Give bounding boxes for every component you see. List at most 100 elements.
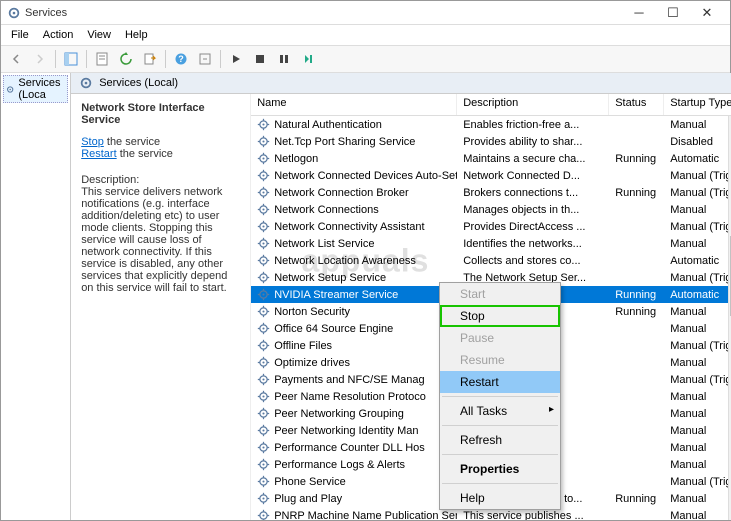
cell-startup-type: Automatic [664,255,731,267]
cell-name: Netlogon [251,152,457,165]
main-header-title: Services (Local) [99,77,178,89]
cell-name: Performance Logs & Alerts [251,458,457,471]
stop-link[interactable]: Stop [81,136,104,148]
body: Services (Loca Services (Local) Network … [1,73,730,520]
column-headers: Name Description Status Startup Type [251,94,731,116]
cell-name: Office 64 Source Engine [251,322,457,335]
cell-description: Network Connected D... [457,170,609,182]
selected-service-name: Network Store Interface Service [81,102,240,126]
cell-startup-type: Automatic [664,153,731,165]
ctx-all-tasks[interactable]: All Tasks [440,400,560,422]
toolbar-sep [86,50,87,68]
ctx-refresh[interactable]: Refresh [440,429,560,451]
toolbar: ? [1,45,730,73]
cell-startup-type: Manual [664,510,731,521]
minimize-button[interactable]: ─ [622,2,656,24]
toolbar-sep [165,50,166,68]
ctx-sep [442,425,558,426]
ctx-sep [442,483,558,484]
service-row[interactable]: Net.Tcp Port Sharing ServiceProvides abi… [251,133,731,150]
context-menu: Start Stop Pause Resume Restart All Task… [439,282,561,510]
ctx-help[interactable]: Help [440,487,560,509]
ctx-start: Start [440,283,560,305]
maximize-button[interactable]: ☐ [656,2,690,24]
restart-suffix: the service [117,148,173,160]
cell-name: Net.Tcp Port Sharing Service [251,135,457,148]
main-content: Network Store Interface Service Stop the… [71,94,731,520]
service-row[interactable]: NetlogonMaintains a secure cha...Running… [251,150,731,167]
show-hide-tree-button[interactable] [60,48,82,70]
cell-name: Network Location Awareness [251,254,457,267]
col-startup-type[interactable]: Startup Type [664,94,731,115]
properties-button[interactable] [91,48,113,70]
service-row[interactable]: Network ConnectionsManages objects in th… [251,201,731,218]
cell-startup-type: Manual [664,306,731,318]
nav-item-label: Services (Loca [18,77,65,101]
cell-name: Network Setup Service [251,271,457,284]
cell-description: Brokers connections t... [457,187,609,199]
restart-link[interactable]: Restart [81,148,116,160]
close-button[interactable]: ✕ [690,2,724,24]
cell-startup-type: Manual (Trig. [664,170,731,182]
col-name[interactable]: Name [251,94,457,115]
cell-status: Running [609,306,664,318]
cell-name: Network Connectivity Assistant [251,220,457,233]
window-title: Services [25,7,622,19]
cell-startup-type: Manual [664,119,731,131]
forward-button[interactable] [29,48,51,70]
filter-button[interactable] [194,48,216,70]
stop-service-button[interactable] [249,48,271,70]
ctx-sep [442,396,558,397]
export-button[interactable] [139,48,161,70]
cell-name: Natural Authentication [251,118,457,131]
cell-description: Manages objects in th... [457,204,609,216]
nav-item-services-local[interactable]: Services (Loca [3,75,68,103]
cell-startup-type: Manual [664,357,731,369]
menu-help[interactable]: Help [119,27,154,43]
service-row[interactable]: Network Connection BrokerBrokers connect… [251,184,731,201]
back-button[interactable] [5,48,27,70]
cell-startup-type: Disabled [664,136,731,148]
service-row[interactable]: Network List ServiceIdentifies the netwo… [251,235,731,252]
service-row[interactable]: Natural AuthenticationEnables friction-f… [251,116,731,133]
cell-description: Provides ability to shar... [457,136,609,148]
service-row[interactable]: Network Location AwarenessCollects and s… [251,252,731,269]
ctx-properties[interactable]: Properties [440,458,560,480]
help-button[interactable]: ? [170,48,192,70]
cell-name: Optimize drives [251,356,457,369]
cell-name: NVIDIA Streamer Service [251,288,457,301]
description-label: Description: [81,174,240,186]
cell-name: Performance Counter DLL Hos [251,441,457,454]
cell-name: Peer Networking Grouping [251,407,457,420]
cell-description: This service publishes ... [457,510,609,521]
cell-startup-type: Manual (Trig. [664,221,731,233]
service-row[interactable]: Network Connected Devices Auto-Set...Net… [251,167,731,184]
ctx-stop[interactable]: Stop [440,305,560,327]
start-service-button[interactable] [225,48,247,70]
cell-description: Enables friction-free a... [457,119,609,131]
menu-file[interactable]: File [5,27,35,43]
stop-suffix: the service [104,136,160,148]
restart-service-button[interactable] [297,48,319,70]
refresh-button[interactable] [115,48,137,70]
menu-action[interactable]: Action [37,27,80,43]
cell-name: Peer Name Resolution Protoco [251,390,457,403]
cell-status: Running [609,289,664,301]
cell-name: Network Connection Broker [251,186,457,199]
service-row[interactable]: Network Connectivity AssistantProvides D… [251,218,731,235]
cell-name: Phone Service [251,475,457,488]
ctx-pause: Pause [440,327,560,349]
cell-name: Norton Security [251,305,457,318]
pause-service-button[interactable] [273,48,295,70]
cell-status: Running [609,153,664,165]
cell-description: Identifies the networks... [457,238,609,250]
svg-text:?: ? [178,54,184,64]
cell-startup-type: Manual (Trig. [664,187,731,199]
col-description[interactable]: Description [457,94,609,115]
title-bar: Services ─ ☐ ✕ [1,1,730,25]
cell-description: Collects and stores co... [457,255,609,267]
ctx-restart[interactable]: Restart [440,371,560,393]
menu-view[interactable]: View [81,27,117,43]
col-status[interactable]: Status [609,94,664,115]
cell-startup-type: Manual [664,238,731,250]
